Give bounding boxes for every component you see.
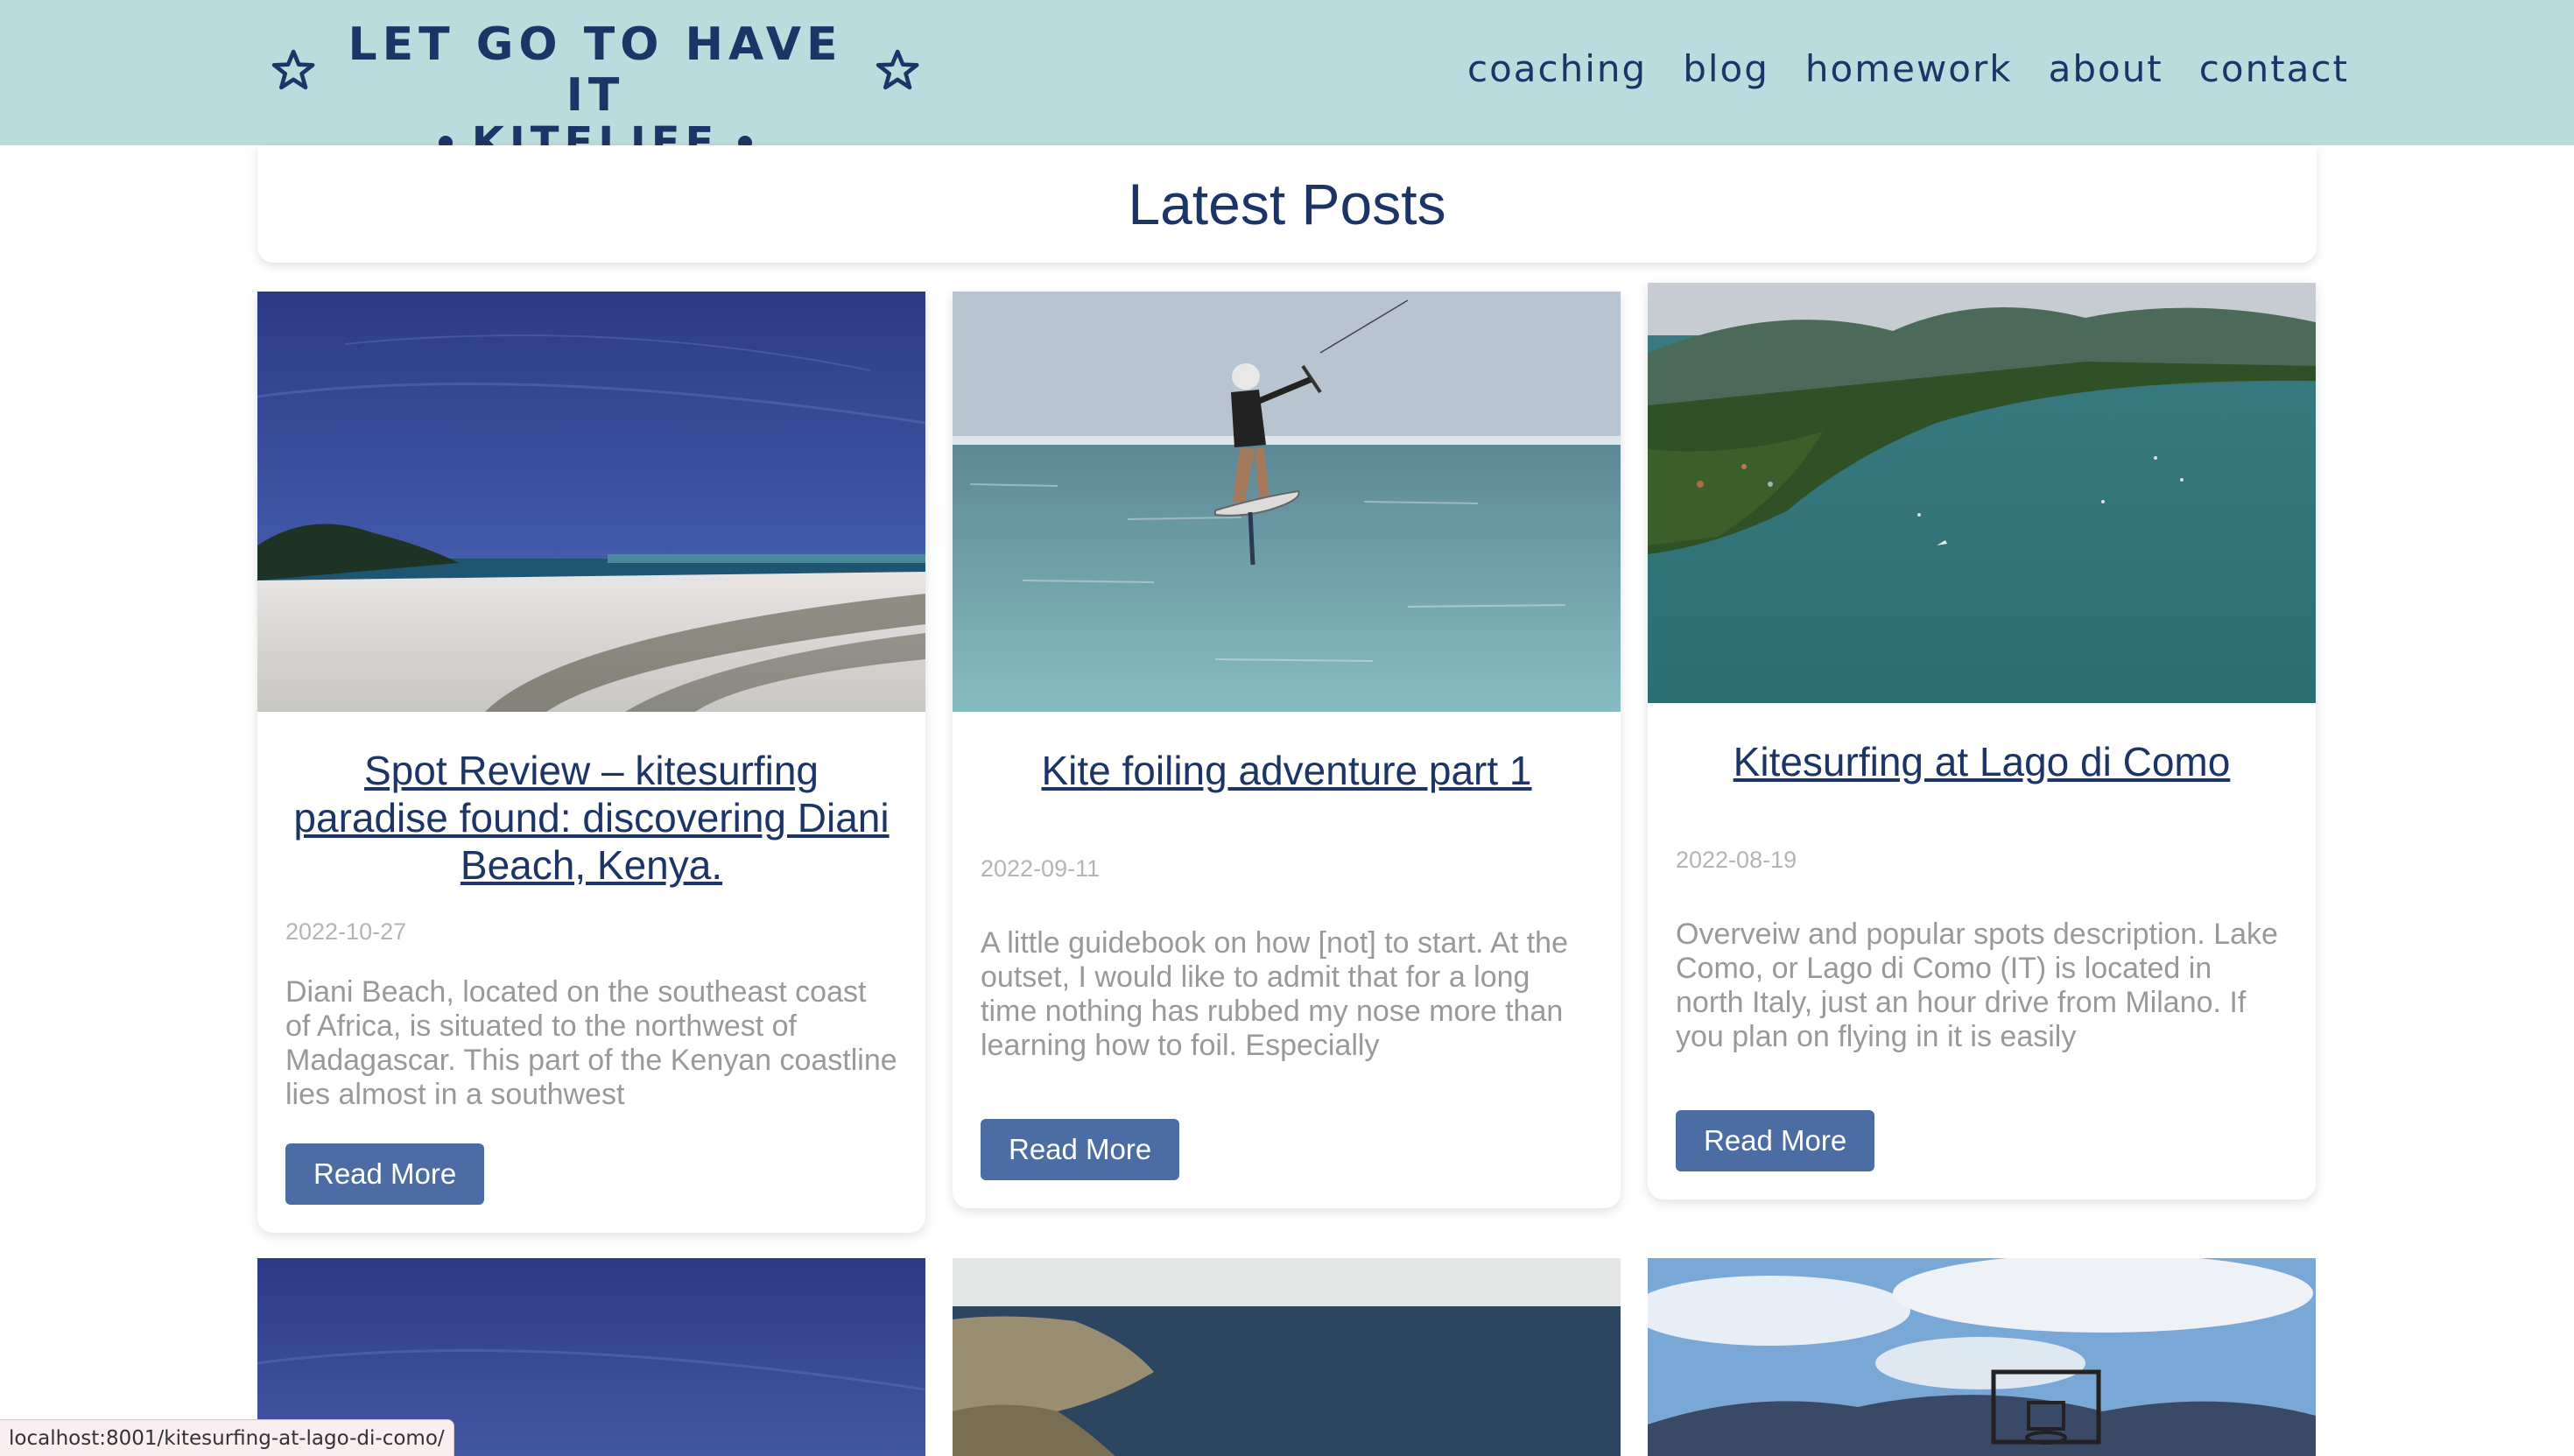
post-card: Kitesurfing at Lago di Como 2022-08-19 O… — [1648, 283, 2316, 1199]
post-excerpt: A little guidebook on how [not] to start… — [981, 926, 1568, 1062]
star-icon — [876, 49, 919, 90]
site-header: LET GO TO HAVE IT KITELIFE coaching blog… — [0, 0, 2574, 165]
page-title: Latest Posts — [1128, 172, 1446, 236]
post-image-kite-foiling[interactable] — [953, 292, 1621, 712]
star-icon — [271, 49, 315, 90]
post-date: 2022-10-27 — [285, 918, 407, 945]
post-image-lago-di-como[interactable] — [1648, 283, 2316, 703]
nav-item-blog[interactable]: blog — [1683, 47, 1769, 90]
post-title-link[interactable]: Spot Review – kitesurfing paradise found… — [285, 747, 897, 889]
post-date: 2022-09-11 — [981, 855, 1101, 882]
post-title-link[interactable]: Kite foiling adventure part 1 — [981, 747, 1593, 794]
read-more-button[interactable]: Read More — [981, 1119, 1180, 1180]
post-excerpt: Diani Beach, located on the southeast co… — [285, 975, 897, 1111]
nav-item-about[interactable]: about — [2049, 47, 2163, 90]
post-image-coastline[interactable] — [953, 1258, 1621, 1456]
post-date: 2022-08-19 — [1676, 847, 1797, 873]
read-more-button[interactable]: Read More — [1676, 1110, 1875, 1171]
post-image-diani-beach[interactable] — [257, 292, 925, 712]
site-logo[interactable]: LET GO TO HAVE IT KITELIFE — [271, 19, 919, 165]
nav-item-homework[interactable]: homework — [1805, 47, 2013, 90]
status-bar-url: localhost:8001/kitesurfing-at-lago-di-co… — [0, 1419, 454, 1456]
main-nav: coaching blog homework about contact — [1467, 47, 2349, 90]
post-card: Spot Review – kitesurfing paradise found… — [257, 292, 925, 1233]
nav-item-contact[interactable]: contact — [2199, 47, 2349, 90]
read-more-button[interactable]: Read More — [285, 1143, 485, 1205]
post-excerpt: Overveiw and popular spots description. … — [1676, 918, 2278, 1053]
post-card: Kite foiling adventure part 1 2022-09-11… — [953, 292, 1621, 1208]
logo-line-1: LET GO TO HAVE IT — [348, 18, 843, 122]
post-image-mountain-basketball[interactable] — [1648, 1258, 2316, 1456]
post-title-link[interactable]: Kitesurfing at Lago di Como — [1676, 738, 2288, 785]
latest-posts-banner: Latest Posts — [257, 145, 2317, 263]
nav-item-coaching[interactable]: coaching — [1467, 47, 1647, 90]
